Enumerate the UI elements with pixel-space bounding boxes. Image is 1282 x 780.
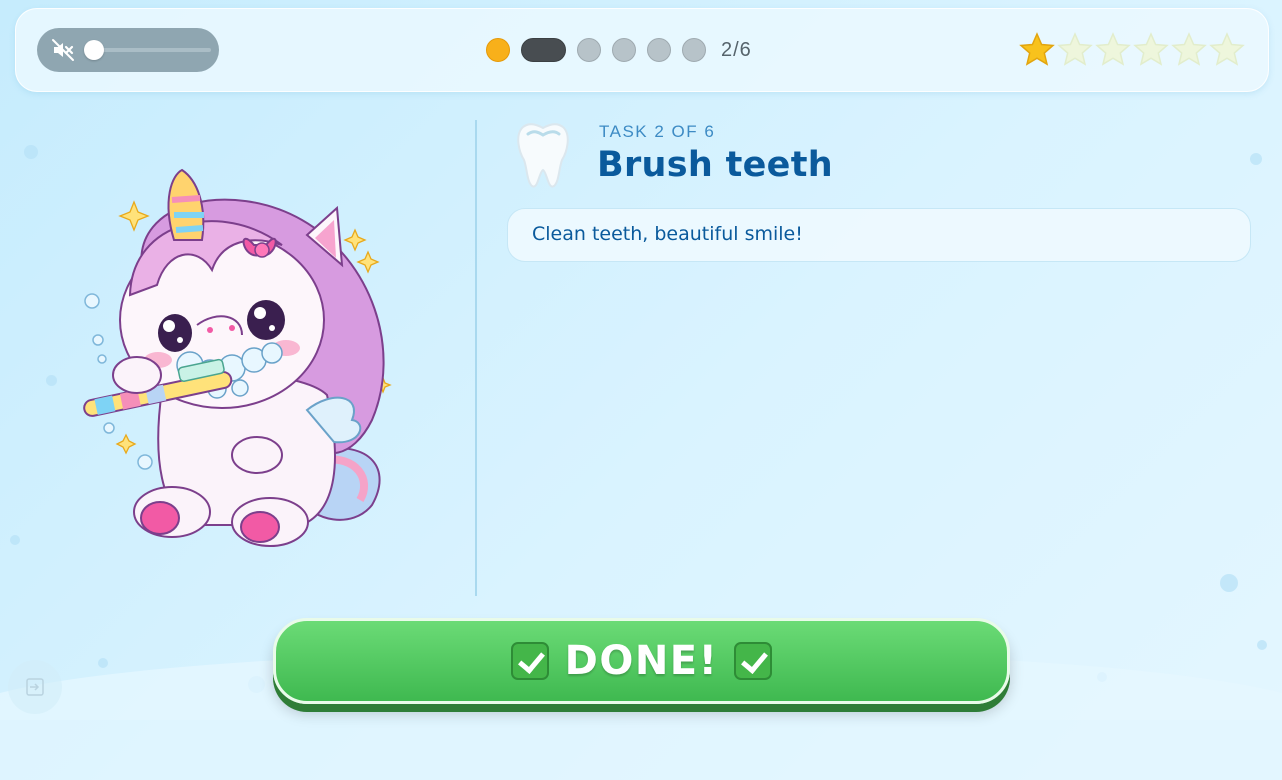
task-progress: 2/6 <box>486 36 752 64</box>
volume-slider-handle[interactable] <box>84 40 104 60</box>
panel-divider <box>475 120 477 596</box>
star-empty-icon <box>1095 32 1131 66</box>
task-description: Clean teeth, beautiful smile! <box>507 208 1251 262</box>
progress-count: 2/6 <box>721 38 752 61</box>
star-empty-icon <box>1171 32 1207 66</box>
star-empty-icon <box>1057 32 1093 66</box>
progress-dot <box>612 38 636 62</box>
progress-dot <box>682 38 706 62</box>
progress-dot <box>647 38 671 62</box>
progress-dot-current <box>521 38 566 62</box>
background-bubble <box>46 375 57 386</box>
background-bubble <box>24 145 38 159</box>
volume-control[interactable] <box>37 28 219 72</box>
background-bubble <box>98 658 108 668</box>
progress-dot <box>577 38 601 62</box>
progress-dot-done <box>486 38 510 62</box>
background-bubble <box>1257 640 1267 650</box>
top-bar: 2/6 <box>15 8 1269 92</box>
tooth-icon <box>517 123 569 188</box>
done-button[interactable]: DONE! <box>273 618 1010 704</box>
task-kicker: TASK 2 OF 6 <box>599 122 716 141</box>
star-empty-icon <box>1133 32 1169 66</box>
task-title: Brush teeth <box>597 145 833 185</box>
background-bubble <box>10 535 20 545</box>
unicorn-brushing-teeth-icon <box>83 168 392 547</box>
checkmark-box-icon <box>734 642 773 680</box>
star-filled-icon <box>1019 32 1055 66</box>
star-rating <box>1018 31 1246 69</box>
exit-icon <box>26 678 44 696</box>
exit-button[interactable] <box>8 660 62 714</box>
checkmark-box-icon <box>510 642 549 680</box>
background-bubble <box>1250 153 1262 165</box>
mute-speaker-icon[interactable] <box>51 38 75 62</box>
done-button-label: DONE! <box>564 638 719 684</box>
background-bubble <box>1220 574 1238 592</box>
star-empty-icon <box>1209 32 1245 66</box>
volume-slider-track[interactable] <box>95 48 211 52</box>
